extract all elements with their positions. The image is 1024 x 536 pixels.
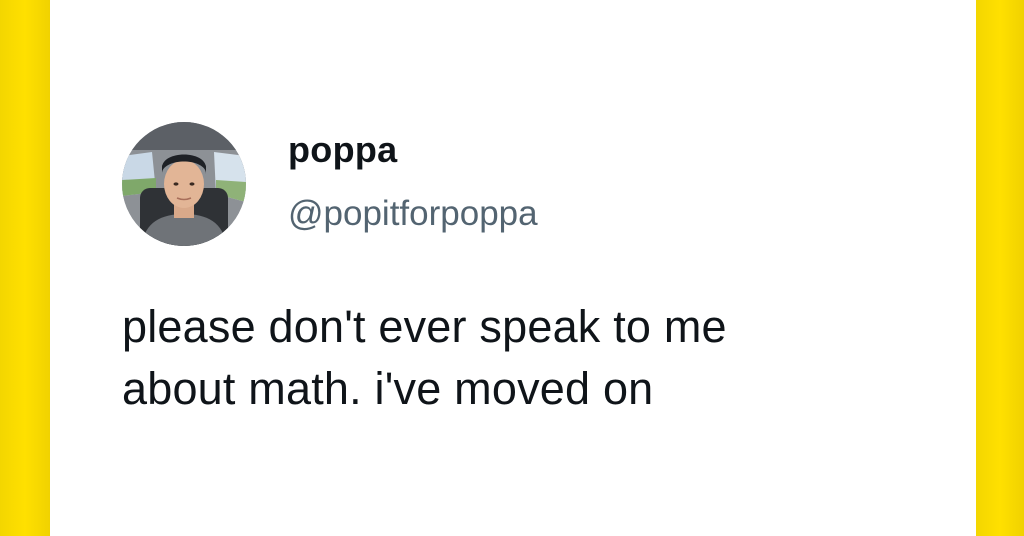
author-display-name[interactable]: poppa [288, 132, 397, 168]
author-handle[interactable]: @popitforpoppa [288, 196, 538, 231]
tweet-text-line: please don't ever speak to me [122, 301, 727, 352]
tweet-text: please don't ever speak to me about math… [122, 296, 942, 420]
right-yellow-border [976, 0, 1024, 536]
profile-photo-icon [122, 122, 246, 246]
left-yellow-border [0, 0, 50, 536]
tweet-text-line: about math. i've moved on [122, 363, 654, 414]
avatar[interactable] [122, 122, 246, 246]
tweet-card: poppa @popitforpoppa please don't ever s… [50, 0, 976, 536]
